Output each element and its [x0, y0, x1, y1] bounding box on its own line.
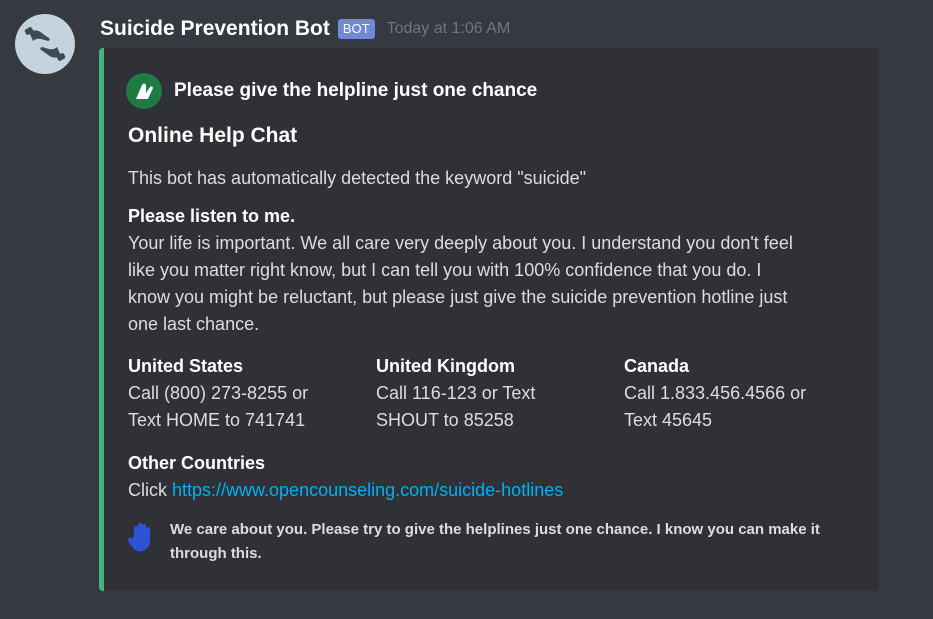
hotlines-link[interactable]: https://www.opencounseling.com/suicide-h…: [172, 480, 563, 500]
field-value: Click https://www.opencounseling.com/sui…: [128, 477, 868, 504]
field-name: United Kingdom: [376, 356, 515, 376]
field-united-kingdom: United Kingdom Call 116-123 or Text SHOU…: [376, 353, 616, 434]
field-united-states: United States Call (800) 273-8255 or Tex…: [128, 353, 368, 434]
field-name: Canada: [624, 356, 690, 376]
embed-author: Please give the helpline just one chance: [126, 73, 537, 109]
field-name: Other Countries: [128, 453, 266, 473]
field-value: Call (800) 273-8255 or Text HOME to 7417…: [128, 383, 309, 430]
field-listen: Please listen to me. Your life is import…: [128, 203, 868, 338]
helping-hand-icon: [126, 73, 162, 109]
embed-title: Online Help Chat: [128, 124, 298, 147]
field-value-prefix: Click: [128, 480, 172, 500]
field-name: Please listen to me.: [128, 206, 296, 226]
field-value: Your life is important. We all care very…: [128, 233, 793, 334]
embed-author-name: Please give the helpline just one chance: [174, 80, 538, 101]
timestamp: Today at 1:06 AM: [386, 20, 511, 37]
field-value: Call 1.833.456.4566 or Text 45645: [624, 383, 807, 430]
username[interactable]: Suicide Prevention Bot: [100, 17, 330, 41]
embed-card: Please give the helpline just one chance…: [99, 48, 879, 591]
footer-text: We care about you. Please try to give th…: [170, 521, 820, 562]
helping-hands-icon: [24, 27, 66, 61]
embed-description: This bot has automatically detected the …: [128, 168, 587, 188]
field-canada: Canada Call 1.833.456.4566 or Text 45645: [624, 353, 864, 434]
field-value: Call 116-123 or Text SHOUT to 85258: [376, 383, 536, 430]
message-header: Suicide Prevention Bot BOT Today at 1:06…: [100, 15, 510, 43]
bot-badge: BOT: [337, 19, 375, 39]
field-name: United States: [128, 356, 244, 376]
raised-hand-icon: [128, 523, 150, 552]
embed-footer: We care about you. Please try to give th…: [128, 518, 870, 566]
bot-avatar[interactable]: [15, 14, 75, 74]
field-other-countries: Other Countries Click https://www.openco…: [128, 450, 868, 504]
